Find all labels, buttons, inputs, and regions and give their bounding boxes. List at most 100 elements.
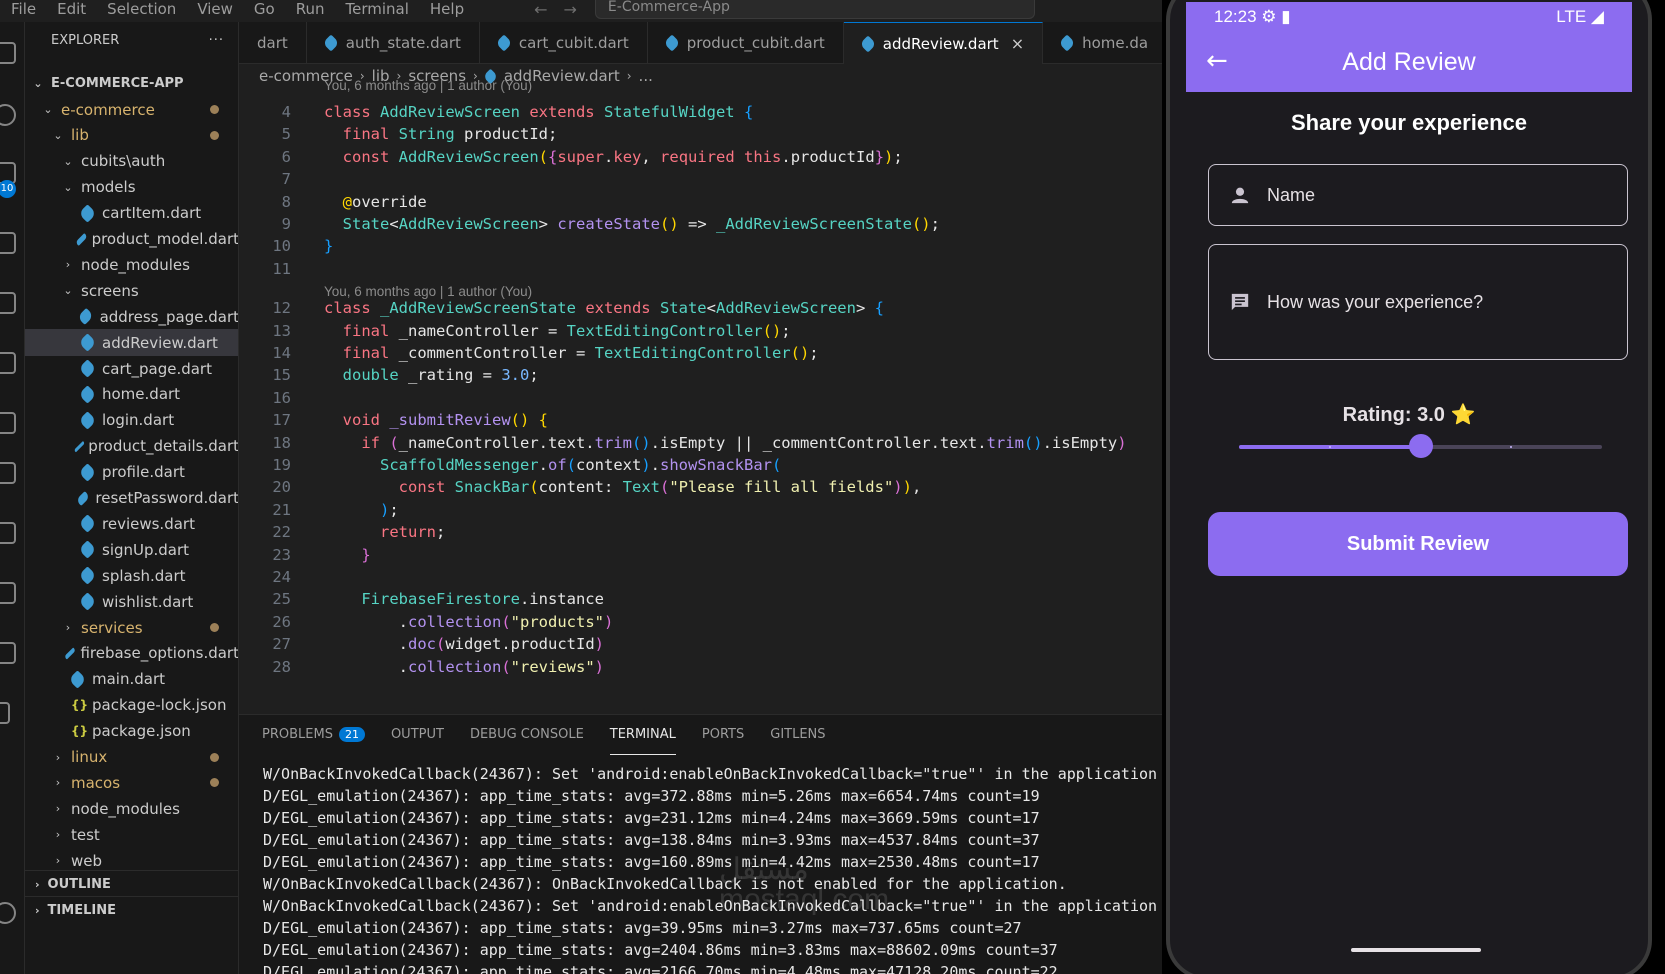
panel-tab-gitlens[interactable]: GITLENS xyxy=(770,715,825,755)
menu-view[interactable]: View xyxy=(186,0,243,18)
tree-item[interactable]: ⌄ lib xyxy=(25,122,238,149)
back-arrow-icon[interactable]: ← xyxy=(534,0,547,19)
tree-item[interactable]: signUp.dart xyxy=(25,536,238,563)
panel-tab-terminal[interactable]: TERMINAL xyxy=(609,715,676,755)
menu-go[interactable]: Go xyxy=(243,0,285,18)
line-number: 17 xyxy=(272,411,291,430)
code-text: } xyxy=(324,544,370,567)
breadcrumb-item[interactable]: ... xyxy=(639,67,653,85)
code-text: ); xyxy=(324,499,399,522)
slider-thumb[interactable] xyxy=(1408,434,1433,458)
tree-item[interactable]: › linux xyxy=(25,744,238,771)
tree-item[interactable]: ⌄ models xyxy=(25,174,238,201)
more-actions-icon[interactable]: ··· xyxy=(209,33,224,48)
tree-item[interactable]: login.dart xyxy=(25,407,238,434)
panel-tab-ports[interactable]: PORTS xyxy=(702,715,744,755)
menu-run[interactable]: Run xyxy=(285,0,335,18)
gitlens-icon[interactable] xyxy=(0,462,16,484)
menu-help[interactable]: Help xyxy=(419,0,474,18)
tree-item-label: node_modules xyxy=(71,799,180,818)
tree-item[interactable]: addReview.dart xyxy=(25,329,238,357)
tree-item[interactable]: cartItem.dart xyxy=(25,200,238,227)
tab-product_cubit-dart[interactable]: product_cubit.dart xyxy=(648,22,844,64)
menu-file[interactable]: File xyxy=(0,0,46,18)
code-token: ( xyxy=(538,147,548,166)
flutter-icon[interactable] xyxy=(0,642,16,664)
account-icon[interactable] xyxy=(0,902,16,924)
command-center[interactable]: E-Commerce-App xyxy=(594,0,1035,19)
line-number: 25 xyxy=(272,590,291,609)
forward-arrow-icon[interactable]: → xyxy=(564,0,577,19)
tree-item[interactable]: main.dart xyxy=(25,666,238,693)
name-field[interactable]: Name xyxy=(1208,164,1628,226)
json-file-icon: {} xyxy=(71,698,89,713)
codelens-author[interactable]: You, 6 months ago | 1 author (You) xyxy=(324,78,532,98)
tree-item[interactable]: address_page.dart xyxy=(25,303,238,330)
submit-review-button[interactable]: Submit Review xyxy=(1208,512,1628,576)
tree-item[interactable]: › macos xyxy=(25,769,238,796)
code-token: ) xyxy=(1117,433,1127,452)
tab-cart_cubit-dart[interactable]: cart_cubit.dart xyxy=(480,22,648,64)
tab-dart[interactable]: dart xyxy=(239,22,307,64)
tree-item[interactable]: product_details.dart xyxy=(25,433,238,460)
outline-title: OUTLINE xyxy=(47,876,111,892)
menu-terminal[interactable]: Terminal xyxy=(335,0,419,18)
testing-icon[interactable] xyxy=(0,352,16,374)
tree-item[interactable]: reviews.dart xyxy=(25,510,238,537)
panel-icon[interactable] xyxy=(0,702,10,724)
tree-item[interactable]: profile.dart xyxy=(25,459,238,486)
activity-bar: 10 xyxy=(0,22,25,974)
tree-item[interactable]: product_model.dart xyxy=(25,226,238,253)
menu-edit[interactable]: Edit xyxy=(46,0,96,18)
code-token: final xyxy=(342,125,399,144)
tree-item[interactable]: firebase_options.dart xyxy=(25,640,238,667)
tree-item[interactable]: › test xyxy=(25,821,238,848)
timeline-section[interactable]: › TIMELINE xyxy=(25,896,238,923)
close-icon[interactable]: × xyxy=(1011,34,1024,53)
code-token: _AddReviewScreenState xyxy=(380,299,586,318)
comment-field[interactable]: How was your experience? xyxy=(1208,244,1628,360)
tree-item[interactable]: › services xyxy=(25,614,238,641)
device-icon[interactable] xyxy=(0,582,16,604)
code-line: 19 ScaffoldMessenger.of(context).showSna… xyxy=(239,454,1170,477)
line-number: 21 xyxy=(272,500,291,519)
tree-item[interactable]: ⌄ cubits\auth xyxy=(25,148,238,175)
home-indicator[interactable] xyxy=(1351,948,1481,952)
search-icon[interactable] xyxy=(0,104,16,126)
tree-item[interactable]: home.dart xyxy=(25,381,238,408)
tree-item[interactable]: {} package.json xyxy=(25,718,238,745)
tree-item[interactable]: ⌄ screens xyxy=(25,277,238,304)
files-icon[interactable] xyxy=(0,42,16,64)
outline-section[interactable]: › OUTLINE xyxy=(25,870,238,897)
tree-item[interactable]: resetPassword.dart xyxy=(25,485,238,512)
panel-tab-problems[interactable]: PROBLEMS 21 xyxy=(262,715,365,755)
tab-label: product_cubit.dart xyxy=(686,34,825,52)
code-token: . xyxy=(324,612,408,631)
tree-item[interactable]: ⌄ e-commerce xyxy=(25,96,238,123)
tab-addReview-dart[interactable]: addReview.dart × xyxy=(843,22,1044,64)
panel-tab-output[interactable]: OUTPUT xyxy=(391,715,444,755)
terminal-output[interactable]: W/OnBackInvokedCallback(24367): Set 'and… xyxy=(263,763,1157,974)
chevron-down-icon: ⌄ xyxy=(63,180,73,194)
dart-file-icon xyxy=(78,514,97,534)
tree-item[interactable]: cart_page.dart xyxy=(25,355,238,382)
tree-item[interactable]: {} package-lock.json xyxy=(25,692,238,719)
project-root[interactable]: ⌄ E-COMMERCE-APP xyxy=(25,70,238,97)
chevron-down-icon: ⌄ xyxy=(63,284,73,298)
tree-item[interactable]: wishlist.dart xyxy=(25,588,238,615)
remote-icon[interactable] xyxy=(0,412,16,434)
tab-auth_state-dart[interactable]: auth_state.dart xyxy=(307,22,480,64)
tree-item-label: package.json xyxy=(92,722,191,741)
docker-icon[interactable] xyxy=(0,522,16,544)
menu-selection[interactable]: Selection xyxy=(96,0,186,18)
tree-item[interactable]: › node_modules xyxy=(25,251,238,278)
code-editor[interactable]: You, 6 months ago | 1 author (You) You, … xyxy=(239,78,1170,714)
tab-home-da[interactable]: home.da xyxy=(1043,22,1168,64)
back-arrow-icon[interactable]: ← xyxy=(1206,46,1228,76)
panel-tab-debug-console[interactable]: DEBUG CONSOLE xyxy=(470,715,584,755)
tree-item[interactable]: splash.dart xyxy=(25,562,238,589)
run-debug-icon[interactable] xyxy=(0,232,16,254)
line-number: 15 xyxy=(272,366,291,385)
tree-item[interactable]: › node_modules xyxy=(25,795,238,822)
extensions-icon[interactable] xyxy=(0,292,16,314)
